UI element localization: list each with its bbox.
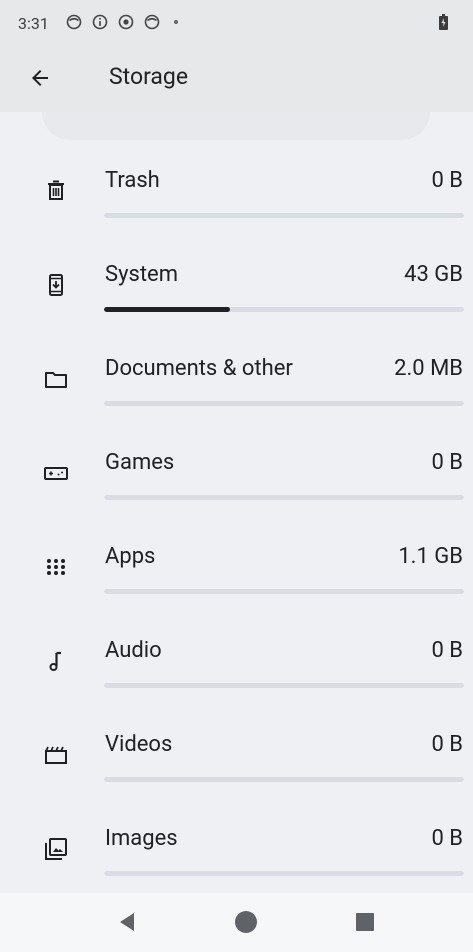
music-note-icon xyxy=(49,651,61,671)
nav-home-icon xyxy=(235,911,257,933)
app-icon xyxy=(66,14,82,30)
storage-list: Trash 0 B System 43 GB Documents & other… xyxy=(0,136,473,888)
folder-icon xyxy=(45,372,67,388)
nav-back-icon xyxy=(120,913,134,931)
storage-usage-bar xyxy=(104,401,464,406)
storage-usage-bar xyxy=(104,307,464,312)
storage-usage-bar xyxy=(104,589,464,594)
page-title: Storage xyxy=(109,63,189,90)
status-bar: 3:31 xyxy=(0,0,473,46)
storage-item-system[interactable]: System 43 GB xyxy=(0,230,473,324)
info-icon xyxy=(92,14,108,30)
storage-item-label: Videos xyxy=(105,732,173,757)
nav-recents-icon xyxy=(356,913,374,931)
apps-grid-icon xyxy=(47,559,65,575)
storage-item-label: Documents & other xyxy=(105,356,293,381)
storage-item-label: Images xyxy=(105,826,178,851)
storage-usage-bar xyxy=(104,213,464,218)
arrow-back-icon xyxy=(32,70,48,86)
storage-item-label: Games xyxy=(105,450,175,475)
storage-item-value: 0 B xyxy=(431,450,463,475)
storage-item-label: Apps xyxy=(105,544,156,569)
dot-icon xyxy=(174,20,178,24)
storage-item-images[interactable]: Images 0 B xyxy=(0,794,473,888)
gamepad-icon xyxy=(44,467,68,480)
nav-home-button[interactable] xyxy=(231,907,261,937)
storage-usage-bar xyxy=(104,495,464,500)
storage-item-games[interactable]: Games 0 B xyxy=(0,418,473,512)
system-nav-bar xyxy=(0,893,473,952)
system-update-icon xyxy=(49,274,63,296)
status-icons xyxy=(66,14,178,30)
storage-usage-bar xyxy=(104,777,464,782)
storage-item-label: Audio xyxy=(105,638,162,663)
storage-usage-bar xyxy=(104,871,464,876)
storage-item-label: Trash xyxy=(105,168,160,193)
storage-item-value: 0 B xyxy=(431,732,463,757)
storage-item-audio[interactable]: Audio 0 B xyxy=(0,606,473,700)
storage-item-value: 43 GB xyxy=(404,262,463,287)
battery-charging-icon xyxy=(439,14,448,30)
storage-item-value: 0 B xyxy=(431,168,463,193)
storage-item-apps[interactable]: Apps 1.1 GB xyxy=(0,512,473,606)
storage-item-value: 1.1 GB xyxy=(398,544,463,569)
storage-item-documents[interactable]: Documents & other 2.0 MB xyxy=(0,324,473,418)
app-icon xyxy=(144,14,160,30)
status-time: 3:31 xyxy=(18,14,49,33)
trash-icon xyxy=(48,180,64,200)
storage-item-trash[interactable]: Trash 0 B xyxy=(0,136,473,230)
storage-item-value: 0 B xyxy=(431,638,463,663)
storage-usage-bar-fill xyxy=(104,307,230,312)
nav-back-button[interactable] xyxy=(112,907,142,937)
storage-item-value: 0 B xyxy=(431,826,463,851)
images-icon xyxy=(45,838,67,860)
nav-recents-button[interactable] xyxy=(350,907,380,937)
storage-item-videos[interactable]: Videos 0 B xyxy=(0,700,473,794)
movie-icon xyxy=(45,746,67,764)
storage-item-value: 2.0 MB xyxy=(394,356,463,381)
record-icon xyxy=(118,14,134,30)
storage-usage-bar xyxy=(104,683,464,688)
app-bar: Storage xyxy=(0,46,473,112)
storage-item-label: System xyxy=(105,262,178,287)
back-button[interactable] xyxy=(20,58,60,98)
